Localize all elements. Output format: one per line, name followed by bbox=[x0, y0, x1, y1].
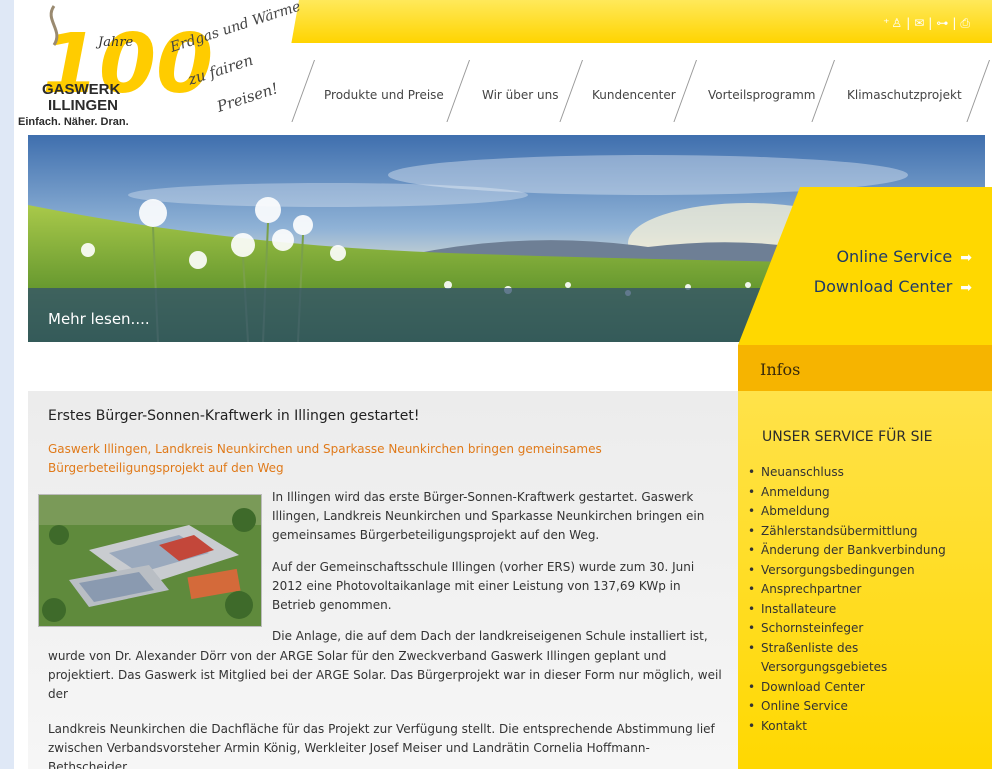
sidebar-heading: UNSER SERVICE FÜR SIE bbox=[762, 429, 933, 445]
article-paragraph-1: In Illingen wird das erste Bürger-Sonnen… bbox=[272, 490, 705, 542]
sitemap-icon[interactable]: ⊶ bbox=[936, 16, 950, 30]
sidebar-item-neuanschluss[interactable]: Neuanschluss bbox=[748, 463, 978, 483]
online-service-label: Online Service bbox=[836, 247, 953, 266]
download-center-label: Download Center bbox=[813, 277, 953, 296]
service-list: Neuanschluss Anmeldung Abmeldung Zählers… bbox=[748, 463, 978, 736]
read-more-label[interactable]: Mehr lesen.... bbox=[48, 310, 150, 328]
svg-text:GASWERK: GASWERK bbox=[42, 81, 121, 98]
sidebar-item-installateure[interactable]: Installateure bbox=[748, 600, 978, 620]
article-paragraph-2: Auf der Gemeinschaftsschule Illingen (vo… bbox=[272, 560, 695, 612]
article-photo[interactable] bbox=[38, 494, 262, 627]
read-more-bar[interactable]: Mehr lesen.... bbox=[28, 288, 763, 342]
nav-divider bbox=[966, 60, 990, 122]
article: Erstes Bürger-Sonnen-Kraftwerk in Illing… bbox=[28, 391, 738, 769]
arrow-right-icon: ➡ bbox=[960, 250, 972, 266]
article-paragraph-4: Landkreis Neunkirchen die Dachfläche für… bbox=[48, 722, 715, 769]
accessibility-icon[interactable]: ⁺♙ bbox=[883, 16, 904, 30]
mail-icon[interactable]: ✉ bbox=[914, 16, 926, 30]
sidebar-item-versorgungsbedingungen[interactable]: Versorgungsbedingungen bbox=[748, 561, 978, 581]
sidebar-item-bankverbindung[interactable]: Änderung der Bankverbindung bbox=[748, 541, 978, 561]
svg-text:ILLINGEN: ILLINGEN bbox=[48, 97, 118, 114]
logo[interactable]: 100 Jahre GASWERK ILLINGEN Einfach. Nähe… bbox=[14, 0, 314, 130]
nav-divider bbox=[559, 60, 583, 122]
service-panel-shape bbox=[738, 187, 992, 345]
article-paragraph-3a: Die Anlage, die auf dem Dach der landkre… bbox=[272, 629, 708, 643]
utility-links: ⁺♙ | ✉ | ⊶ | ⎙ bbox=[883, 16, 972, 30]
nav-divider bbox=[446, 60, 470, 122]
article-paragraph-3b: wurde von Dr. Alexander Dörr von der ARG… bbox=[48, 649, 722, 701]
school-aerial-image bbox=[39, 495, 261, 626]
sidebar-item-zaehlerstand[interactable]: Zählerstandsübermittlung bbox=[748, 522, 978, 542]
sidebar-item-ansprechpartner[interactable]: Ansprechpartner bbox=[748, 580, 978, 600]
sidebar-item-abmeldung[interactable]: Abmeldung bbox=[748, 502, 978, 522]
sidebar-item-kontakt[interactable]: Kontakt bbox=[748, 717, 978, 737]
svg-text:Einfach. Näher. Dran.: Einfach. Näher. Dran. bbox=[18, 116, 129, 128]
sidebar-item-online-service[interactable]: Online Service bbox=[748, 697, 978, 717]
infos-tab[interactable]: Infos bbox=[738, 345, 992, 391]
sidebar-item-anmeldung[interactable]: Anmeldung bbox=[748, 483, 978, 503]
sidebar-item-schornsteinfeger[interactable]: Schornsteinfeger bbox=[748, 619, 978, 639]
main-nav: Produkte und Preise Wir über uns Kundenc… bbox=[291, 60, 992, 130]
infos-label: Infos bbox=[760, 360, 801, 379]
nav-item-wir-ueber-uns[interactable]: Wir über uns bbox=[482, 88, 559, 102]
nav-item-vorteilsprogramm[interactable]: Vorteilsprogramm bbox=[708, 88, 815, 102]
service-sidebar: UNSER SERVICE FÜR SIE Neuanschluss Anmel… bbox=[738, 391, 992, 769]
sidebar-item-strassenliste[interactable]: Straßenliste des Versorgungsgebietes bbox=[748, 639, 978, 678]
nav-item-produkte[interactable]: Produkte und Preise bbox=[324, 88, 444, 102]
online-service-link[interactable]: Online Service ➡ bbox=[836, 247, 972, 266]
service-panel: Online Service ➡ Download Center ➡ bbox=[738, 187, 992, 345]
article-title: Erstes Bürger-Sonnen-Kraftwerk in Illing… bbox=[48, 408, 420, 424]
arrow-right-icon: ➡ bbox=[960, 280, 972, 296]
sidebar-item-download-center[interactable]: Download Center bbox=[748, 678, 978, 698]
article-subtitle: Gaswerk Illingen, Landkreis Neunkirchen … bbox=[48, 442, 602, 475]
download-center-link[interactable]: Download Center ➡ bbox=[814, 277, 972, 296]
page: ⁺♙ | ✉ | ⊶ | ⎙ 100 Jahre GASWERK ILLINGEN Einf… bbox=[14, 0, 992, 769]
print-icon[interactable]: ⎙ bbox=[960, 16, 972, 30]
nav-item-kundencenter[interactable]: Kundencenter bbox=[592, 88, 676, 102]
logo-graphic: 100 Jahre GASWERK ILLINGEN Einfach. Nähe… bbox=[14, 0, 303, 130]
nav-divider bbox=[673, 60, 697, 122]
nav-item-klimaschutzprojekt[interactable]: Klimaschutzprojekt bbox=[847, 88, 962, 102]
svg-text:Jahre: Jahre bbox=[95, 35, 134, 50]
